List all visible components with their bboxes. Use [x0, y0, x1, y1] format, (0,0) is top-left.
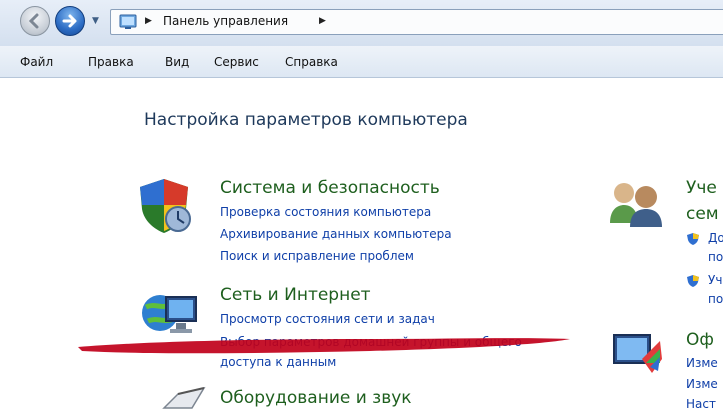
- uac-shield-icon: [687, 233, 699, 245]
- forward-button[interactable]: [55, 6, 85, 36]
- breadcrumb-separator-icon[interactable]: ▶: [319, 16, 326, 26]
- category-hardware-title[interactable]: Оборудование и звук: [220, 388, 412, 408]
- menu-help[interactable]: Справка: [285, 55, 338, 69]
- link-user-1[interactable]: До: [708, 231, 723, 245]
- link-user-2-cont[interactable]: по: [708, 292, 723, 306]
- category-network-title[interactable]: Сеть и Интернет: [220, 285, 371, 305]
- link-check-status[interactable]: Проверка состояния компьютера: [220, 205, 431, 219]
- recent-pages-dropdown[interactable]: ▼: [92, 16, 99, 26]
- uac-shield-icon: [687, 275, 699, 287]
- link-appearance-3[interactable]: Наст: [686, 397, 716, 409]
- menu-bar: Файл Правка Вид Сервис Справка: [0, 46, 723, 78]
- address-area: ▼ ▶ Панель управления ▶: [0, 0, 723, 46]
- category-user-accounts-title-2[interactable]: сем: [686, 204, 719, 224]
- link-troubleshoot[interactable]: Поиск и исправление проблем: [220, 249, 414, 263]
- link-backup[interactable]: Архивирование данных компьютера: [220, 227, 452, 241]
- menu-file[interactable]: Файл: [20, 55, 53, 69]
- content-pane: Настройка параметров компьютера Система …: [0, 79, 723, 409]
- link-user-1-cont[interactable]: по: [708, 250, 723, 264]
- category-appearance-title[interactable]: Оф: [686, 330, 714, 350]
- breadcrumb-control-panel[interactable]: Панель управления: [163, 14, 288, 28]
- users-icon[interactable]: [606, 179, 666, 229]
- link-network-status[interactable]: Просмотр состояния сети и задач: [220, 312, 435, 326]
- menu-view[interactable]: Вид: [165, 55, 189, 69]
- shield-icon[interactable]: [136, 175, 196, 235]
- appearance-icon[interactable]: [612, 329, 664, 379]
- control-panel-icon: [119, 14, 137, 29]
- menu-tools[interactable]: Сервис: [214, 55, 259, 69]
- hardware-icon[interactable]: [158, 384, 208, 409]
- red-scribble-mark: [78, 338, 570, 354]
- back-button[interactable]: [20, 6, 50, 36]
- address-bar[interactable]: ▶ Панель управления ▶: [110, 9, 723, 35]
- category-user-accounts-title-1[interactable]: Уче: [686, 178, 717, 198]
- breadcrumb-separator-icon[interactable]: ▶: [145, 16, 152, 26]
- back-arrow-icon: [28, 13, 39, 29]
- menu-edit[interactable]: Правка: [88, 55, 134, 69]
- category-system-security-title[interactable]: Система и безопасность: [220, 178, 440, 198]
- forward-arrow-icon: [62, 14, 77, 28]
- link-appearance-2[interactable]: Изме: [686, 377, 718, 391]
- link-user-2[interactable]: Уч: [708, 273, 722, 287]
- link-appearance-1[interactable]: Изме: [686, 356, 718, 370]
- page-title: Настройка параметров компьютера: [144, 110, 468, 130]
